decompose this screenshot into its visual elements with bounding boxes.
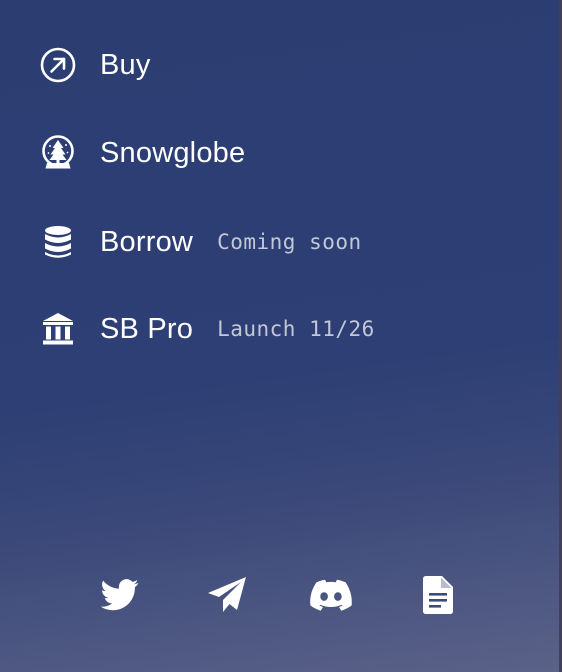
status-note: Coming soon bbox=[217, 230, 362, 254]
side-menu-panel: Buy Snowglobe Borrow Coming soon SB Pro … bbox=[0, 0, 562, 672]
arrow-up-right-circle-icon bbox=[40, 47, 76, 83]
twitter-icon[interactable] bbox=[99, 574, 141, 616]
menu-item-snowglobe[interactable]: Snowglobe bbox=[40, 135, 245, 171]
menu-item-label: Snowglobe bbox=[100, 136, 246, 169]
bank-building-icon bbox=[40, 311, 76, 347]
database-stack-icon bbox=[40, 224, 76, 260]
menu-item-label: Borrow bbox=[100, 225, 194, 258]
menu-item-label: SB Pro bbox=[100, 312, 194, 345]
snowglobe-icon bbox=[40, 135, 76, 171]
document-icon[interactable] bbox=[417, 574, 459, 616]
discord-icon[interactable] bbox=[310, 574, 352, 616]
status-note: Launch 11/26 bbox=[217, 317, 375, 341]
telegram-icon[interactable] bbox=[206, 574, 248, 616]
menu-item-label: Buy bbox=[100, 48, 151, 81]
menu-item-borrow[interactable]: Borrow Coming soon bbox=[40, 224, 362, 260]
menu-item-sb-pro[interactable]: SB Pro Launch 11/26 bbox=[40, 311, 375, 347]
menu-item-buy[interactable]: Buy bbox=[40, 47, 151, 83]
